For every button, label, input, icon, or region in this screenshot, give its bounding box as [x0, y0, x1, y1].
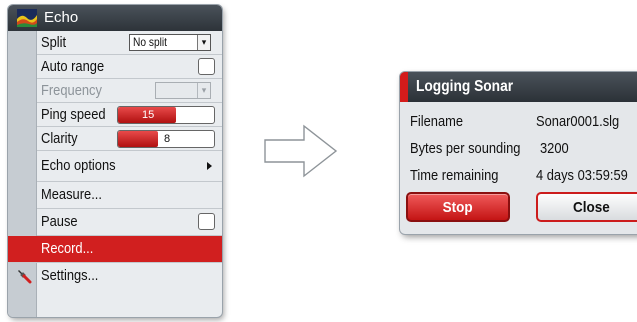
field-value: 3200 — [540, 140, 569, 157]
menu-item-label: Frequency — [41, 82, 102, 99]
menu-item-measure[interactable]: Measure... — [37, 182, 222, 209]
echo-menu: Echo Split No split ▾ Auto range Frequen… — [8, 5, 222, 317]
menu-item-frequency: Frequency ▾ — [37, 79, 222, 103]
dialog-title: Logging Sonar — [416, 78, 514, 95]
auto-range-checkbox[interactable] — [198, 58, 215, 75]
field-label: Filename — [410, 113, 464, 130]
echo-icon — [17, 9, 37, 27]
menu-item-label: Pause — [41, 213, 78, 230]
right-arrow-icon — [264, 124, 338, 178]
slider-fill — [118, 131, 158, 147]
field-time-remaining: Time remaining 4 days 03:59:59 — [400, 162, 637, 189]
field-value: 4 days 03:59:59 — [536, 167, 628, 184]
menu-item-record[interactable]: Record... — [8, 236, 222, 263]
chevron-down-icon: ▾ — [197, 83, 210, 98]
menu-title: Echo — [44, 9, 79, 26]
stop-button[interactable]: Stop — [406, 192, 510, 222]
chevron-down-icon[interactable]: ▾ — [197, 35, 210, 50]
menu-item-settings[interactable]: Settings... — [8, 263, 222, 289]
menu-item-label: Clarity — [41, 130, 78, 147]
menu-item-ping-speed[interactable]: Ping speed 15 — [37, 103, 222, 127]
clarity-slider[interactable]: 8 — [117, 130, 215, 148]
menu-item-label: Settings... — [41, 267, 99, 284]
split-dropdown-value: No split — [133, 35, 168, 49]
menu-item-split[interactable]: Split No split ▾ — [37, 31, 222, 55]
menu-item-label: Ping speed — [41, 106, 106, 123]
clarity-value: 8 — [164, 133, 171, 145]
menu-item-pause[interactable]: Pause — [37, 209, 222, 236]
logging-sonar-dialog: Logging Sonar Filename Sonar0001.slg Byt… — [400, 72, 637, 234]
menu-title-bar: Echo — [8, 5, 222, 31]
stop-button-label: Stop — [442, 199, 473, 216]
pause-checkbox[interactable] — [198, 213, 215, 230]
field-label: Time remaining — [410, 167, 499, 184]
ping-speed-slider[interactable]: 15 — [117, 106, 215, 124]
frequency-dropdown: ▾ — [155, 82, 211, 99]
menu-item-clarity[interactable]: Clarity 8 — [37, 127, 222, 151]
menu-item-label: Echo options — [41, 157, 116, 174]
wrench-icon — [18, 270, 32, 284]
title-accent — [400, 72, 408, 102]
menu-item-auto-range[interactable]: Auto range — [37, 55, 222, 79]
split-dropdown[interactable]: No split ▾ — [129, 34, 211, 51]
menu-item-label: Record... — [41, 240, 94, 257]
field-bytes-per-sounding: Bytes per sounding 3200 — [400, 135, 637, 162]
close-button-label: Close — [572, 199, 610, 216]
menu-item-label: Auto range — [41, 58, 105, 75]
menu-item-echo-options[interactable]: Echo options — [37, 151, 222, 182]
chevron-right-icon — [207, 162, 212, 170]
ping-speed-value: 15 — [142, 109, 155, 121]
field-label: Bytes per sounding — [410, 140, 521, 157]
close-button[interactable]: Close — [536, 192, 637, 222]
dialog-title-bar: Logging Sonar — [400, 72, 637, 102]
field-value: Sonar0001.slg — [536, 113, 620, 130]
field-filename: Filename Sonar0001.slg — [400, 108, 637, 135]
menu-item-label: Measure... — [41, 186, 102, 203]
menu-item-label: Split — [41, 34, 67, 51]
